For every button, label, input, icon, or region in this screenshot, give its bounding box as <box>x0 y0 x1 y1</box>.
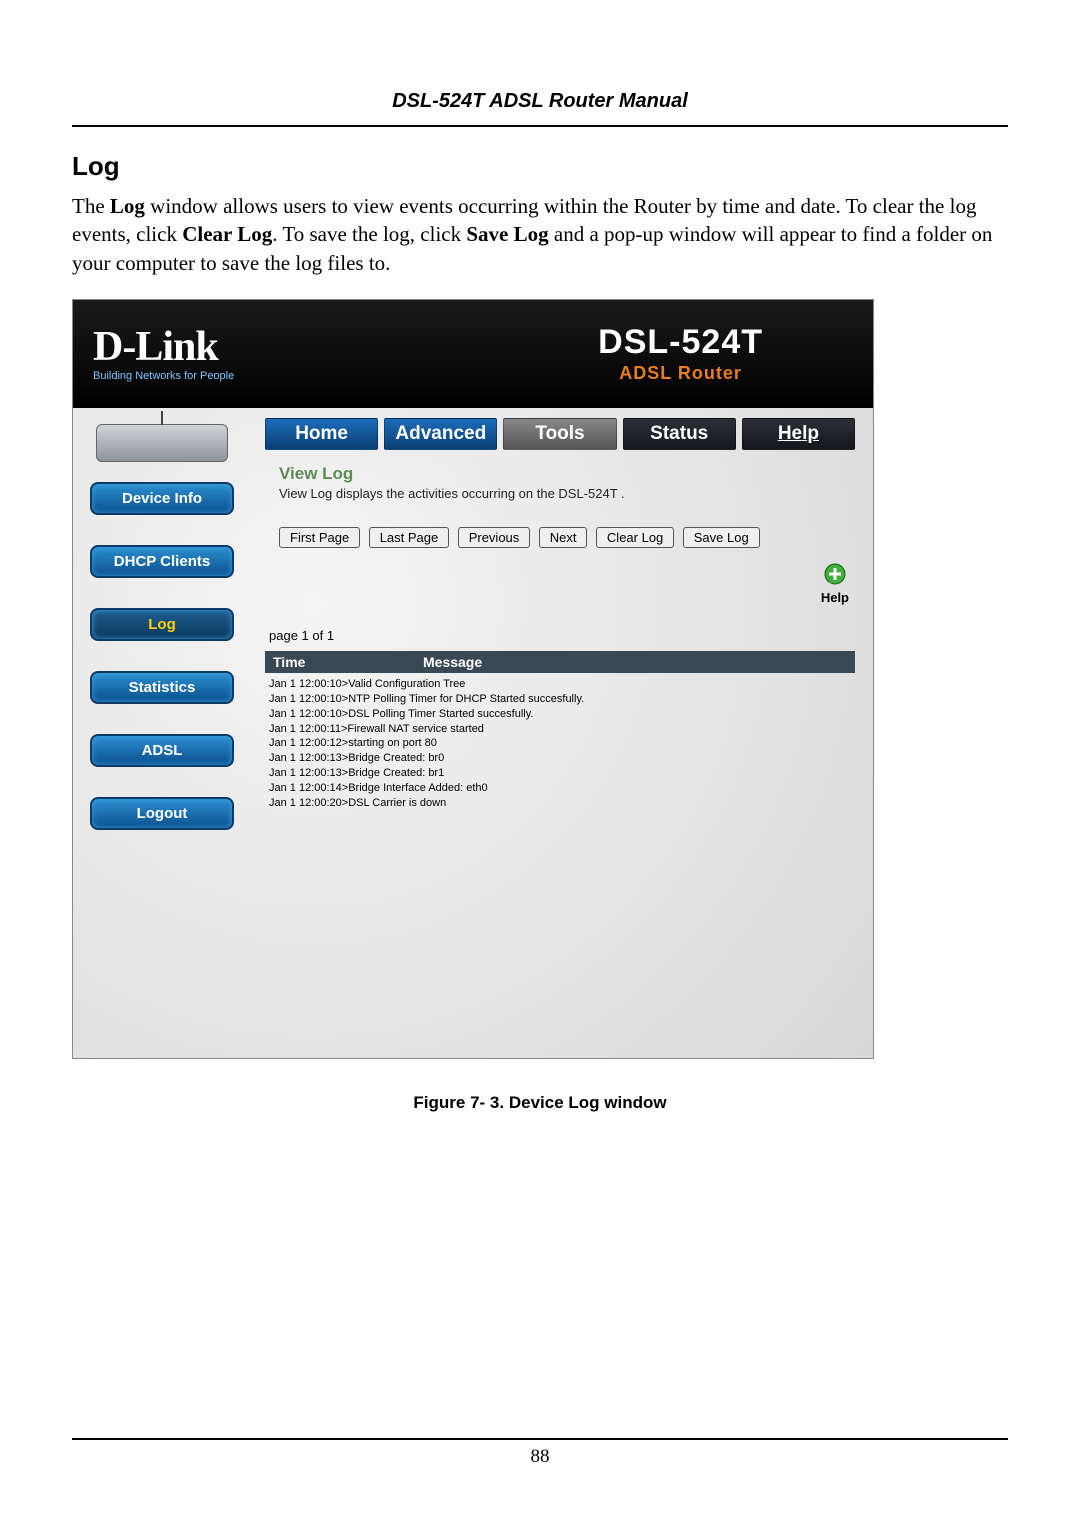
log-entry-time: Jan 1 12:00:13> <box>269 766 348 781</box>
help-plus-icon <box>822 562 848 588</box>
log-entry-message: NTP Polling Timer for DHCP Started succe… <box>348 693 584 705</box>
log-entry-row: Jan 1 12:00:13> Bridge Created: br0 <box>269 751 855 766</box>
help-icon-label: Help <box>821 590 849 605</box>
router-image-icon <box>96 424 228 462</box>
view-log-description: View Log displays the activities occurri… <box>279 486 855 501</box>
footer-rule <box>72 1438 1008 1440</box>
clear-log-button[interactable]: Clear Log <box>596 527 674 548</box>
log-entry-row: Jan 1 12:00:20> DSL Carrier is down <box>269 796 855 811</box>
page-footer: 88 <box>72 1438 1008 1468</box>
sidebar: Device Info DHCP Clients Log Statistics … <box>73 408 251 1058</box>
log-entry-time: Jan 1 12:00:10> <box>269 677 348 692</box>
log-entry-row: Jan 1 12:00:10> DSL Polling Timer Starte… <box>269 707 855 722</box>
router-admin-screenshot: D-Link Building Networks for People DSL-… <box>72 299 874 1059</box>
first-page-button[interactable]: First Page <box>279 527 360 548</box>
column-header-time: Time <box>273 654 383 670</box>
log-entry-message: DSL Carrier is down <box>348 797 446 809</box>
log-entry-message: Valid Configuration Tree <box>348 678 465 690</box>
tab-help[interactable]: Help <box>742 418 855 450</box>
log-entry-time: Jan 1 12:00:20> <box>269 796 348 811</box>
sidebar-item-logout[interactable]: Logout <box>90 797 234 830</box>
last-page-button[interactable]: Last Page <box>369 527 450 548</box>
log-entry-message: Bridge Created: br0 <box>348 752 444 764</box>
screenshot-body: Device Info DHCP Clients Log Statistics … <box>73 408 873 1058</box>
product-title-block: DSL-524T ADSL Router <box>598 325 763 384</box>
log-entry-message: Bridge Interface Added: eth0 <box>348 782 487 794</box>
intro-bold-clear: Clear Log <box>182 222 272 246</box>
logo-tagline: Building Networks for People <box>93 370 234 382</box>
column-header-message: Message <box>383 654 847 670</box>
tab-tools[interactable]: Tools <box>503 418 616 450</box>
log-entry-row: Jan 1 12:00:10> NTP Polling Timer for DH… <box>269 692 855 707</box>
log-entry-time: Jan 1 12:00:12> <box>269 736 348 751</box>
view-log-title: View Log <box>279 464 855 484</box>
log-entry-time: Jan 1 12:00:14> <box>269 781 348 796</box>
log-entry-time: Jan 1 12:00:13> <box>269 751 348 766</box>
log-entry-message: DSL Polling Timer Started succesfully. <box>348 708 533 720</box>
tab-home[interactable]: Home <box>265 418 378 450</box>
tab-advanced[interactable]: Advanced <box>384 418 497 450</box>
top-nav-tabs: Home Advanced Tools Status Help <box>265 418 855 450</box>
log-entry-row: Jan 1 12:00:14> Bridge Interface Added: … <box>269 781 855 796</box>
logo-brand-text: D-Link <box>93 326 234 368</box>
page-indicator: page 1 of 1 <box>269 628 855 643</box>
log-entries-list: Jan 1 12:00:10> Valid Configuration Tree… <box>265 673 855 911</box>
tab-status[interactable]: Status <box>623 418 736 450</box>
product-type: ADSL Router <box>598 363 763 384</box>
save-log-button[interactable]: Save Log <box>683 527 760 548</box>
product-model: DSL-524T <box>598 325 763 359</box>
figure-caption: Figure 7- 3. Device Log window <box>72 1093 1008 1113</box>
intro-bold-save: Save Log <box>466 222 548 246</box>
main-content: Home Advanced Tools Status Help View Log… <box>251 408 873 1058</box>
log-entry-message: starting on port 80 <box>348 737 437 749</box>
section-heading: Log <box>72 151 1008 182</box>
sidebar-item-statistics[interactable]: Statistics <box>90 671 234 704</box>
log-table-header: Time Message <box>265 651 855 673</box>
previous-button[interactable]: Previous <box>458 527 531 548</box>
document-page: DSL-524T ADSL Router Manual Log The Log … <box>0 0 1080 1528</box>
log-entry-time: Jan 1 12:00:10> <box>269 707 348 722</box>
screenshot-header: D-Link Building Networks for People DSL-… <box>73 300 873 408</box>
document-header-title: DSL-524T ADSL Router Manual <box>72 90 1008 113</box>
log-button-row: First Page Last Page Previous Next Clear… <box>279 527 855 548</box>
sidebar-item-log[interactable]: Log <box>90 608 234 641</box>
next-button[interactable]: Next <box>539 527 588 548</box>
log-entry-row: Jan 1 12:00:11> Firewall NAT service sta… <box>269 722 855 737</box>
header-rule <box>72 125 1008 127</box>
intro-text: . To save the log, click <box>272 222 466 246</box>
log-entry-row: Jan 1 12:00:12> starting on port 80 <box>269 736 855 751</box>
log-entry-message: Bridge Created: br1 <box>348 767 444 779</box>
log-entry-row: Jan 1 12:00:10> Valid Configuration Tree <box>269 677 855 692</box>
help-icon-button[interactable]: Help <box>821 562 849 605</box>
sidebar-item-device-info[interactable]: Device Info <box>90 482 234 515</box>
log-entry-time: Jan 1 12:00:10> <box>269 692 348 707</box>
intro-text: The <box>72 194 110 218</box>
sidebar-item-adsl[interactable]: ADSL <box>90 734 234 767</box>
page-number: 88 <box>72 1446 1008 1468</box>
sidebar-item-dhcp-clients[interactable]: DHCP Clients <box>90 545 234 578</box>
log-entry-message: Firewall NAT service started <box>347 723 484 735</box>
dlink-logo: D-Link Building Networks for People <box>93 326 234 382</box>
log-entry-row: Jan 1 12:00:13> Bridge Created: br1 <box>269 766 855 781</box>
log-entry-time: Jan 1 12:00:11> <box>269 722 347 737</box>
intro-paragraph: The Log window allows users to view even… <box>72 192 1008 277</box>
intro-bold-log: Log <box>110 194 145 218</box>
